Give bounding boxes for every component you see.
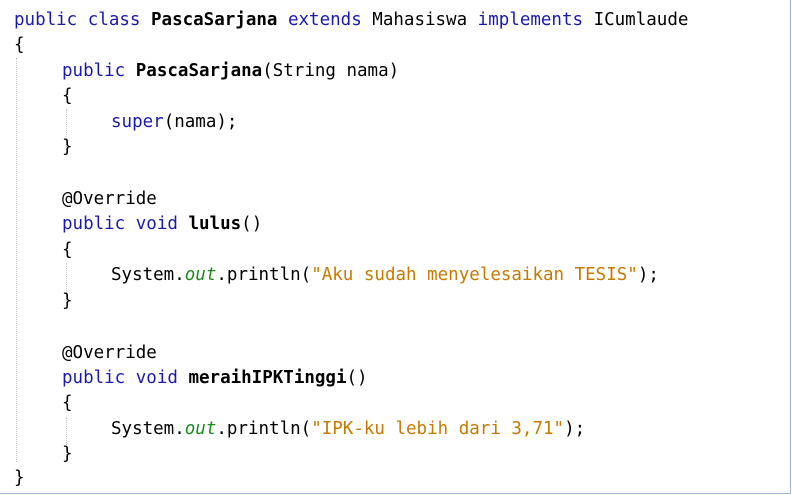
system-class: System. [111, 265, 185, 285]
method-meraih-close-brace: } [62, 444, 73, 464]
keyword-implements: implements [477, 10, 584, 30]
class-open-brace: { [14, 35, 25, 55]
method-parens: () [241, 214, 263, 234]
method-name-lulus: lulus [188, 214, 242, 234]
constructor-open-brace: { [62, 86, 73, 106]
constructor-signature-line: public PascaSarjana(String nama) [62, 59, 399, 84]
keyword-void: void [135, 214, 178, 234]
method-meraih-open-brace: { [62, 393, 73, 413]
println-call: .println( [216, 265, 312, 285]
statement-end: ); [564, 419, 586, 439]
keyword-extends: extends [287, 10, 362, 30]
super-call-args: (nama); [163, 112, 238, 132]
method-lulus-open-brace: { [62, 240, 73, 260]
interface-name: ICumlaude [593, 10, 689, 30]
method-meraih-signature-line: public void meraihIPKTinggi() [62, 366, 368, 391]
keyword-class: class [87, 10, 141, 30]
constructor-close-brace: } [62, 137, 73, 157]
code-editor[interactable]: public class PascaSarjana extends Mahasi… [0, 0, 791, 494]
keyword-public: public [62, 368, 126, 388]
string-literal: "IPK-ku lebih dari 3,71" [311, 419, 565, 439]
super-call-line: super(nama); [111, 110, 237, 135]
println-line-1: System.out.println("Aku sudah menyelesai… [111, 263, 659, 288]
method-name-meraihipktinggi: meraihIPKTinggi [188, 368, 347, 388]
statement-end: ); [637, 265, 659, 285]
override-annotation-2: @Override [62, 343, 157, 363]
indent-guide-class [16, 58, 17, 462]
keyword-void: void [135, 368, 178, 388]
override-annotation-1: @Override [62, 189, 157, 209]
static-field-out: out [184, 265, 217, 285]
string-literal: "Aku sudah menyelesaikan TESIS" [311, 265, 638, 285]
println-call: .println( [216, 419, 312, 439]
method-lulus-signature-line: public void lulus() [62, 212, 262, 237]
class-declaration-line: public class PascaSarjana extends Mahasi… [14, 8, 688, 33]
constructor-name: PascaSarjana [135, 61, 263, 81]
system-class: System. [111, 419, 185, 439]
keyword-public: public [62, 61, 126, 81]
keyword-super: super [111, 112, 164, 132]
method-parens: () [346, 368, 368, 388]
constructor-params: (String nama) [262, 61, 400, 81]
keyword-public: public [14, 10, 78, 30]
static-field-out: out [184, 419, 217, 439]
keyword-public: public [62, 214, 126, 234]
class-name: PascaSarjana [151, 10, 278, 30]
class-close-brace: } [14, 468, 25, 488]
super-class-name: Mahasiswa [372, 10, 468, 30]
method-lulus-close-brace: } [62, 291, 73, 311]
println-line-2: System.out.println("IPK-ku lebih dari 3,… [111, 417, 585, 442]
